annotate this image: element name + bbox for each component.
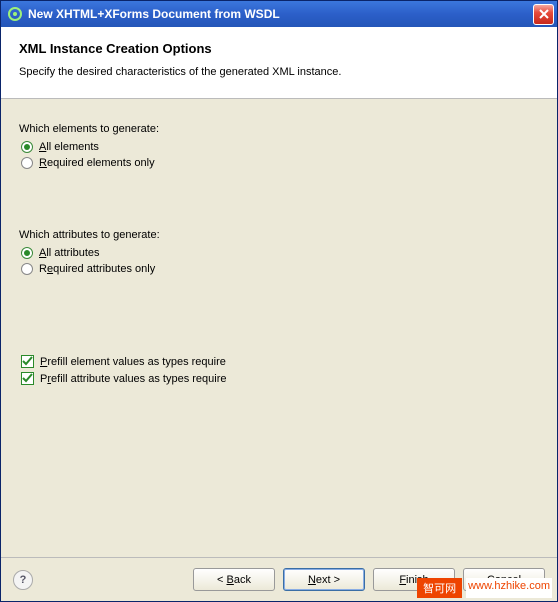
watermark-left: 智可网 bbox=[417, 578, 462, 598]
radio-all-elements[interactable]: All elements bbox=[21, 141, 539, 153]
radio-label: All attributes bbox=[39, 247, 100, 259]
app-icon bbox=[7, 6, 23, 22]
checkbox-icon bbox=[21, 355, 34, 368]
close-button[interactable] bbox=[533, 4, 554, 25]
watermark: 智可网 www.hzhike.com bbox=[417, 578, 552, 598]
radio-icon bbox=[21, 247, 33, 259]
radio-label: All elements bbox=[39, 141, 99, 153]
header-panel: XML Instance Creation Options Specify th… bbox=[1, 27, 557, 99]
checkbox-prefill-attributes[interactable]: Prefill attribute values as types requir… bbox=[21, 372, 539, 385]
back-button[interactable]: < Back bbox=[193, 568, 275, 591]
titlebar: New XHTML+XForms Document from WSDL bbox=[1, 1, 557, 27]
checkbox-label: Prefill attribute values as types requir… bbox=[40, 373, 227, 385]
attributes-group-label: Which attributes to generate: bbox=[19, 229, 539, 241]
page-title: XML Instance Creation Options bbox=[19, 41, 539, 56]
checkbox-icon bbox=[21, 372, 34, 385]
radio-all-attributes[interactable]: All attributes bbox=[21, 247, 539, 259]
page-description: Specify the desired characteristics of t… bbox=[19, 66, 539, 78]
watermark-right: www.hzhike.com bbox=[466, 578, 552, 598]
content-area: Which elements to generate: All elements… bbox=[1, 99, 557, 557]
radio-label: Required attributes only bbox=[39, 263, 155, 275]
titlebar-title: New XHTML+XForms Document from WSDL bbox=[28, 7, 533, 21]
radio-icon bbox=[21, 157, 33, 169]
radio-required-attributes[interactable]: Required attributes only bbox=[21, 263, 539, 275]
checkbox-prefill-elements[interactable]: Prefill element values as types require bbox=[21, 355, 539, 368]
help-button[interactable]: ? bbox=[13, 570, 33, 590]
elements-group-label: Which elements to generate: bbox=[19, 123, 539, 135]
checkbox-label: Prefill element values as types require bbox=[40, 356, 226, 368]
dialog-window: New XHTML+XForms Document from WSDL XML … bbox=[0, 0, 558, 602]
radio-required-elements[interactable]: Required elements only bbox=[21, 157, 539, 169]
next-button[interactable]: Next > bbox=[283, 568, 365, 591]
radio-icon bbox=[21, 141, 33, 153]
radio-icon bbox=[21, 263, 33, 275]
radio-label: Required elements only bbox=[39, 157, 155, 169]
